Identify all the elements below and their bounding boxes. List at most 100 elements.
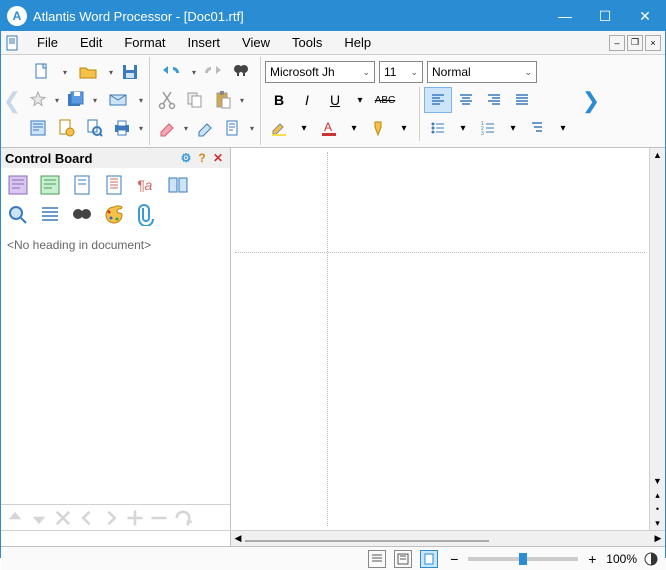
undo-dropdown[interactable]: ▾ <box>190 68 198 77</box>
highlight-button[interactable] <box>265 115 293 141</box>
maximize-button[interactable]: ☐ <box>585 1 625 31</box>
refresh-icon[interactable] <box>173 508 193 528</box>
menu-format[interactable]: Format <box>114 33 175 52</box>
format-painter-dropdown[interactable]: ▾ <box>393 115 415 141</box>
eraser-dropdown[interactable]: ▾ <box>182 124 190 133</box>
fields-icon[interactable]: ¶a <box>133 172 159 198</box>
menu-tools[interactable]: Tools <box>282 33 332 52</box>
mdi-minimize-button[interactable]: – <box>609 35 625 51</box>
zoom-thumb[interactable] <box>519 553 527 565</box>
horizontal-scrollbar[interactable]: ◀ ▶ <box>231 531 665 546</box>
next-page-button[interactable]: ▾ <box>650 516 665 530</box>
formatting-dropdown[interactable]: ▾ <box>248 124 256 133</box>
new-document-button[interactable] <box>25 59 59 85</box>
eraser-button[interactable] <box>154 115 180 141</box>
align-center-button[interactable] <box>452 87 480 113</box>
undo-button[interactable] <box>154 59 188 85</box>
font-size-combo[interactable]: 11⌄ <box>379 61 423 83</box>
copy-button[interactable] <box>182 87 208 113</box>
gear-icon[interactable]: ⚙ <box>178 150 194 166</box>
save-all-dropdown[interactable]: ▾ <box>91 96 99 105</box>
favorites-button[interactable] <box>25 87 51 113</box>
view-normal-button[interactable] <box>394 550 412 568</box>
bold-button[interactable]: B <box>265 87 293 113</box>
numbered-list-button[interactable]: 123 <box>474 115 502 141</box>
toolbar-nav-left[interactable]: ❮ <box>3 57 21 145</box>
menu-edit[interactable]: Edit <box>70 33 112 52</box>
find-button[interactable] <box>228 59 254 85</box>
palette-icon[interactable] <box>101 202 127 228</box>
page-setup-button[interactable] <box>53 115 79 141</box>
expand-icon[interactable] <box>125 508 145 528</box>
contrast-icon[interactable] <box>643 551 659 567</box>
mdi-restore-button[interactable]: ❐ <box>627 35 643 51</box>
new-dropdown[interactable]: ▾ <box>61 68 69 77</box>
close-button[interactable]: ✕ <box>625 1 665 31</box>
scroll-left-button[interactable]: ◀ <box>231 531 245 546</box>
bullet-dropdown[interactable]: ▾ <box>452 115 474 141</box>
font-color-button[interactable]: A <box>315 115 343 141</box>
nav-down-icon[interactable] <box>29 508 49 528</box>
view-draft-button[interactable] <box>368 550 386 568</box>
font-color-dropdown[interactable]: ▾ <box>343 115 365 141</box>
align-justify-button[interactable] <box>508 87 536 113</box>
email-dropdown[interactable]: ▾ <box>137 96 145 105</box>
zoom-out-button[interactable]: − <box>446 551 462 567</box>
strikethrough-button[interactable]: ABC <box>371 87 399 113</box>
formatting-button[interactable] <box>220 115 246 141</box>
highlight-dropdown[interactable]: ▾ <box>293 115 315 141</box>
scroll-right-button[interactable]: ▶ <box>651 531 665 546</box>
multilevel-dropdown[interactable]: ▾ <box>552 115 574 141</box>
underline-dropdown[interactable]: ▾ <box>349 87 371 113</box>
clip-icon[interactable] <box>133 202 159 228</box>
mdi-close-button[interactable]: × <box>645 35 661 51</box>
redo-button[interactable] <box>200 59 226 85</box>
underline-button[interactable]: U <box>321 87 349 113</box>
menu-insert[interactable]: Insert <box>178 33 231 52</box>
nav-up-icon[interactable] <box>5 508 25 528</box>
headings-icon[interactable] <box>5 172 31 198</box>
page-canvas[interactable] <box>231 148 649 530</box>
cut-button[interactable] <box>154 87 180 113</box>
style-combo[interactable]: Normal⌄ <box>427 61 537 83</box>
print-button[interactable] <box>109 115 135 141</box>
zoom-icon[interactable] <box>5 202 31 228</box>
format-painter-button[interactable] <box>365 115 393 141</box>
view-print-button[interactable] <box>420 550 438 568</box>
delete-icon[interactable] <box>53 508 73 528</box>
document-mdi-icon[interactable] <box>5 35 21 51</box>
italic-button[interactable]: I <box>293 87 321 113</box>
favorites-dropdown[interactable]: ▾ <box>53 96 61 105</box>
zoom-slider[interactable] <box>468 557 578 561</box>
toolbar-nav-right[interactable]: ❯ <box>582 57 600 145</box>
help-icon[interactable]: ? <box>194 150 210 166</box>
scroll-down-button[interactable]: ▼ <box>650 474 665 488</box>
styles-icon[interactable] <box>165 172 191 198</box>
menu-view[interactable]: View <box>232 33 280 52</box>
bookmarks-icon[interactable] <box>69 172 95 198</box>
close-panel-icon[interactable]: ✕ <box>210 150 226 166</box>
browse-object-button[interactable]: • <box>650 502 665 516</box>
properties-button[interactable] <box>25 115 51 141</box>
move-left-icon[interactable] <box>77 508 97 528</box>
clear-format-button[interactable] <box>192 115 218 141</box>
save-button[interactable] <box>117 59 143 85</box>
scroll-up-button[interactable]: ▲ <box>650 148 665 162</box>
paste-button[interactable] <box>210 87 236 113</box>
hscroll-thumb[interactable] <box>245 540 489 542</box>
print-preview-button[interactable] <box>81 115 107 141</box>
align-right-button[interactable] <box>480 87 508 113</box>
menu-help[interactable]: Help <box>334 33 381 52</box>
prev-page-button[interactable]: ▴ <box>650 488 665 502</box>
save-all-button[interactable] <box>63 87 89 113</box>
align-left-button[interactable] <box>424 87 452 113</box>
vertical-scrollbar[interactable]: ▲ ▼ ▴ • ▾ <box>649 148 665 530</box>
bullet-list-button[interactable] <box>424 115 452 141</box>
minimize-button[interactable]: — <box>545 1 585 31</box>
open-button[interactable] <box>71 59 105 85</box>
open-dropdown[interactable]: ▾ <box>107 68 115 77</box>
outline-icon[interactable] <box>37 202 63 228</box>
multilevel-list-button[interactable] <box>524 115 552 141</box>
numbered-dropdown[interactable]: ▾ <box>502 115 524 141</box>
menu-file[interactable]: File <box>27 33 68 52</box>
